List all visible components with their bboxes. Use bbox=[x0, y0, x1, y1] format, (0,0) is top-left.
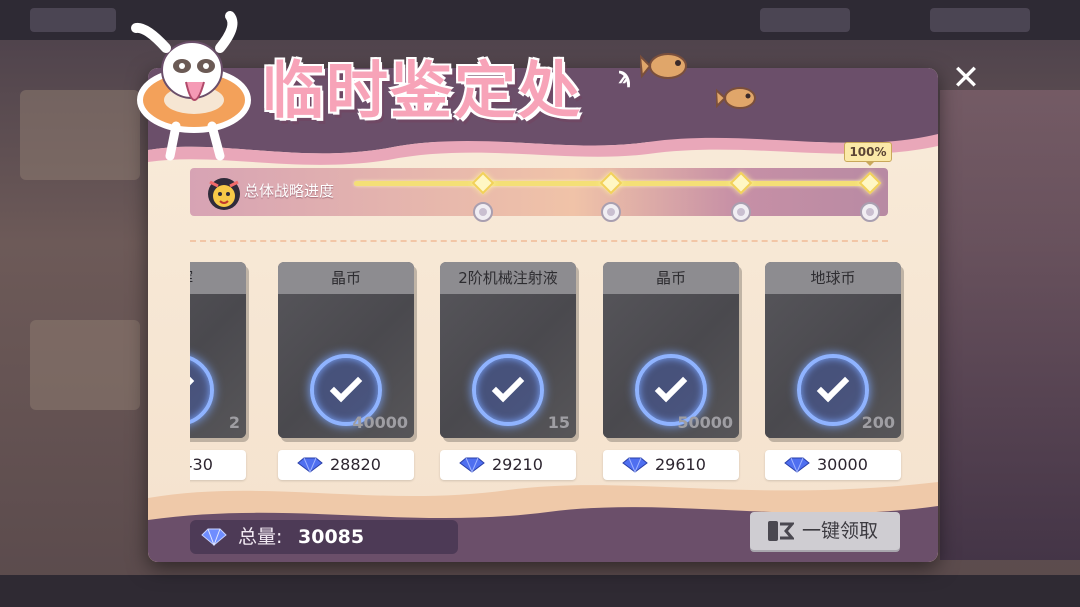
background-panel bbox=[20, 90, 140, 180]
background-panel bbox=[30, 320, 140, 410]
reward-price: 30000 bbox=[765, 450, 901, 480]
reward-quantity: 2 bbox=[228, 413, 240, 432]
claim-all-label: 一键领取 bbox=[802, 520, 879, 542]
milestone-reward-icon[interactable] bbox=[728, 200, 754, 224]
claimed-check-icon bbox=[190, 354, 214, 426]
reward-price: 28430 bbox=[190, 450, 246, 480]
reward-list[interactable]: 剑辉 2 28430 晶币 40000 28820 2阶机械注射液 15 292… bbox=[190, 262, 910, 486]
reward-price-value: 29210 bbox=[492, 455, 543, 474]
progress-label: 总体战略进度 bbox=[244, 182, 335, 200]
reward-quantity: 15 bbox=[547, 413, 570, 432]
total-label: 总量: bbox=[238, 526, 283, 548]
blue-gem-icon bbox=[201, 528, 227, 546]
reward-price: 29610 bbox=[603, 450, 739, 480]
reward-price: 29210 bbox=[440, 450, 576, 480]
background-chip bbox=[930, 8, 1030, 32]
reward-price-value: 30000 bbox=[817, 455, 868, 474]
milestone-reward-icon[interactable] bbox=[857, 200, 883, 224]
reward-name: 剑辉 bbox=[190, 262, 246, 294]
mascot-progress-icon bbox=[208, 178, 240, 210]
section-divider bbox=[190, 240, 888, 242]
milestone-reward-icon[interactable] bbox=[598, 200, 624, 224]
reward-card[interactable]: 剑辉 2 bbox=[190, 262, 246, 438]
total-value: 30085 bbox=[298, 526, 365, 548]
progress-percent-badge: 100% bbox=[844, 142, 892, 166]
reward-card[interactable]: 晶币 40000 bbox=[278, 262, 414, 438]
background-bottom-bar bbox=[0, 575, 1080, 607]
reward-quantity: 40000 bbox=[352, 413, 408, 432]
blue-gem-icon bbox=[784, 457, 810, 473]
blue-gem-icon bbox=[297, 457, 323, 473]
claim-icon bbox=[768, 521, 794, 541]
reward-price-value: 29610 bbox=[655, 455, 706, 474]
reward-price: 28820 bbox=[278, 450, 414, 480]
background-character bbox=[940, 90, 1080, 560]
reward-card[interactable]: 地球币 200 bbox=[765, 262, 901, 438]
background-chip bbox=[30, 8, 116, 32]
claimed-check-icon bbox=[472, 354, 544, 426]
blue-gem-icon bbox=[622, 457, 648, 473]
page-title: 临时鉴定处 bbox=[262, 54, 583, 127]
reward-quantity: 50000 bbox=[677, 413, 733, 432]
cat-mascot-icon bbox=[131, 11, 251, 161]
fish-decoration-icon bbox=[640, 53, 687, 79]
claimed-check-icon bbox=[797, 354, 869, 426]
reward-name: 晶币 bbox=[603, 262, 739, 294]
reward-name: 2阶机械注射液 bbox=[440, 262, 576, 294]
reward-name: 地球币 bbox=[765, 262, 901, 294]
fish-decoration-icon bbox=[716, 87, 756, 109]
milestone-reward-icon[interactable] bbox=[470, 200, 496, 224]
reward-price-value: 28820 bbox=[330, 455, 381, 474]
reward-price-value: 28430 bbox=[190, 455, 213, 474]
blue-gem-icon bbox=[459, 457, 485, 473]
background-chip bbox=[760, 8, 850, 32]
reward-card[interactable]: 2阶机械注射液 15 bbox=[440, 262, 576, 438]
reward-name: 晶币 bbox=[278, 262, 414, 294]
close-icon[interactable]: ✕ bbox=[946, 60, 986, 100]
title-sparkle: ϡ bbox=[618, 64, 632, 89]
reward-quantity: 200 bbox=[861, 413, 895, 432]
reward-card[interactable]: 晶币 50000 bbox=[603, 262, 739, 438]
